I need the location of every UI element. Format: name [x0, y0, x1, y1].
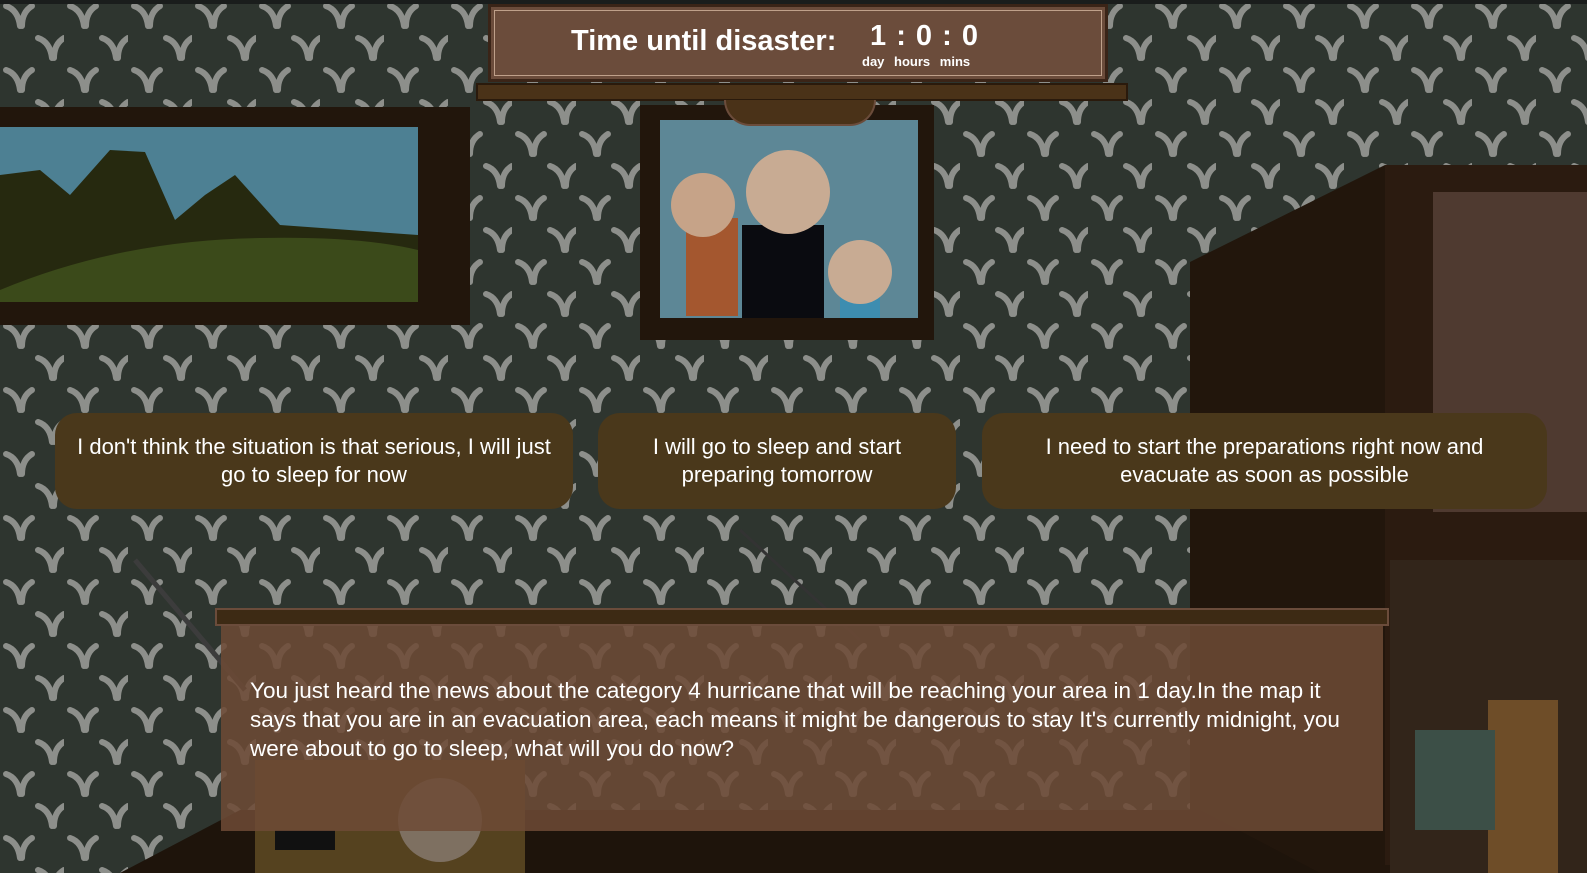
choice-label: I need to start the preparations right n… — [1045, 434, 1484, 487]
unit-mins-label: mins — [939, 54, 971, 69]
choice-label: I will go to sleep and start preparing t… — [652, 434, 902, 487]
countdown-title: Time until disaster: — [571, 25, 837, 57]
choice-button-evacuate-now[interactable]: I need to start the preparations right n… — [982, 413, 1547, 509]
family-portrait — [640, 105, 934, 340]
unit-hours-label: hours — [894, 54, 931, 69]
countdown-units: day hours mins — [862, 54, 976, 69]
story-panel-rail — [215, 608, 1389, 626]
timer-hook — [724, 100, 876, 126]
countdown-values: 1 : 0 : 0 — [870, 20, 979, 52]
choice-button-sleep-now[interactable]: I don't think the situation is that seri… — [55, 413, 573, 509]
countdown-mins: 0 — [961, 20, 979, 52]
countdown-hours: 0 — [915, 20, 934, 52]
unit-day-label: day — [862, 54, 885, 69]
choice-button-prepare-tomorrow[interactable]: I will go to sleep and start preparing t… — [598, 413, 956, 509]
story-text: You just heard the news about the catego… — [250, 678, 1340, 761]
choice-label: I don't think the situation is that seri… — [77, 434, 551, 487]
timer-shelf — [476, 83, 1128, 101]
countdown-day: 1 — [870, 20, 888, 52]
landscape-painting — [0, 107, 470, 325]
